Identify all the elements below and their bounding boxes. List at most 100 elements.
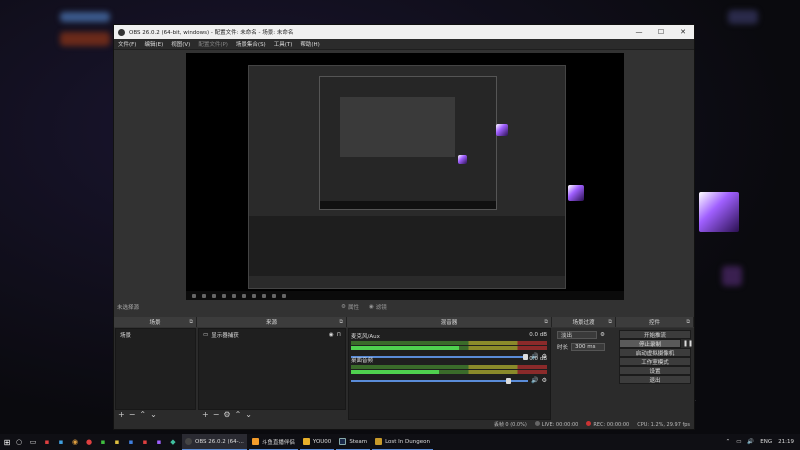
taskbar-task-you00[interactable]: YOU00 — [299, 434, 335, 450]
taskbar-task-steam[interactable]: Steam — [336, 434, 371, 450]
transition-select[interactable]: 淡出 — [557, 331, 597, 339]
gear-icon: ⚙ — [341, 304, 346, 310]
nested-taskbar — [320, 201, 496, 209]
clock[interactable]: 21:19 — [778, 439, 794, 445]
volume-meter — [351, 346, 547, 350]
system-tray: ⌃ ▭ 🔊 ENG 21:19 — [726, 439, 800, 445]
nested-preview — [340, 97, 455, 157]
rec-timer: REC: 00:00:00 — [586, 421, 629, 428]
pinned-app-icon[interactable]: ▪ — [112, 434, 122, 450]
pause-icon[interactable]: ❚❚ — [683, 340, 693, 347]
remove-icon[interactable]: − — [129, 410, 136, 419]
captured-taskbar — [186, 291, 624, 300]
remove-icon[interactable]: − — [213, 410, 220, 419]
obs-app-icon — [118, 28, 125, 36]
gear-icon[interactable]: ⚙ — [223, 410, 230, 419]
menu-bar: 文件(F) 编辑(E) 视图(V) 配置文件(P) 场景集合(S) 工具(T) … — [114, 39, 694, 50]
sources-list[interactable]: ▭ 显示器捕获 ◉ ⊓ — [198, 328, 346, 410]
popout-icon: ⧉ — [608, 319, 612, 325]
menu-help[interactable]: 帮助(H) — [300, 40, 319, 48]
transitions-dock-title: 场景过渡 ⧉ — [552, 317, 616, 327]
move-down-icon[interactable]: ⌄ — [150, 410, 157, 419]
popout-icon: ⧉ — [339, 319, 343, 325]
duration-label: 时长 — [557, 345, 569, 351]
lock-icon[interactable]: ⊓ — [337, 332, 341, 338]
start-virtual-camera-button[interactable]: 启动虚拟摄像机 — [619, 348, 691, 357]
pinned-app-icon[interactable]: ◉ — [70, 434, 80, 450]
pinned-app-icon[interactable]: ▪ — [126, 434, 136, 450]
filter-icon: ◉ — [368, 304, 374, 310]
filters-button[interactable]: ◉ 滤镜 — [369, 303, 387, 311]
taskbar-task-lost-in-dungeon[interactable]: Lost In Dungeon — [372, 434, 433, 450]
scenes-list[interactable]: 场景 — [115, 328, 196, 410]
start-streaming-button[interactable]: 开始推流 — [619, 330, 691, 339]
controls-dock-title: 控件 ⧉ — [616, 317, 694, 327]
crystal-reflection — [458, 155, 467, 164]
network-icon[interactable]: ▭ — [736, 439, 741, 445]
language-indicator[interactable]: ENG — [760, 439, 772, 445]
folder-icon — [302, 438, 310, 445]
add-icon[interactable]: + — [118, 410, 125, 419]
gear-icon[interactable]: ⚙ — [542, 377, 547, 384]
settings-button[interactable]: 设置 — [619, 366, 691, 375]
pinned-app-icon[interactable]: ▪ — [98, 434, 108, 450]
menu-tools[interactable]: 工具(T) — [274, 40, 293, 48]
move-up-icon[interactable]: ⌃ — [235, 410, 242, 419]
volume-meter — [351, 341, 547, 345]
dropped-frames: 丢帧 0 (0.0%) — [493, 422, 527, 428]
taskbar-task-obs[interactable]: OBS 26.0.2 (64-... — [182, 434, 247, 450]
gear-icon[interactable]: ⚙ — [600, 332, 605, 338]
studio-mode-button[interactable]: 工作室模式 — [619, 357, 691, 366]
move-up-icon[interactable]: ⌃ — [139, 410, 146, 419]
maximize-button[interactable]: ☐ — [650, 28, 672, 36]
properties-button[interactable]: ⚙ 属性 — [341, 303, 359, 311]
audio-mixer: 麦克风/Aux 0.0 dB 🔊 ⚙ 桌面音频 0.0 dB 🔊 ⚙ — [348, 328, 551, 420]
taskbar-task-douyu[interactable]: 斗鱼直播伴侣 — [248, 434, 298, 450]
windows-taskbar: ⊞ ○ ▭ ▪ ▪ ◉ ● ▪ ▪ ▪ ▪ ▪ ◆ OBS 26.0.2 (64… — [0, 434, 800, 450]
menu-file[interactable]: 文件(F) — [118, 40, 136, 48]
obs-window: OBS 26.0.2 (64-bit, windows) - 配置文件: 未命名… — [113, 24, 695, 430]
source-item[interactable]: ▭ 显示器捕获 ◉ ⊓ — [199, 329, 345, 341]
scenes-dock-title: 场景 ⧉ — [114, 317, 197, 327]
live-indicator-icon — [534, 421, 540, 426]
minimize-button[interactable]: — — [628, 28, 650, 36]
menu-edit[interactable]: 编辑(E) — [144, 40, 163, 48]
title-bar: OBS 26.0.2 (64-bit, windows) - 配置文件: 未命名… — [114, 25, 694, 39]
volume-icon[interactable]: 🔊 — [747, 439, 754, 445]
douyu-icon — [251, 438, 259, 445]
speaker-icon[interactable]: 🔊 — [531, 377, 538, 384]
search-icon[interactable]: ○ — [14, 434, 24, 450]
pinned-app-icon[interactable]: ▪ — [154, 434, 164, 450]
game-icon — [375, 438, 383, 445]
move-down-icon[interactable]: ⌄ — [245, 410, 252, 419]
pinned-app-icon[interactable]: ◆ — [168, 434, 178, 450]
add-icon[interactable]: + — [202, 410, 209, 419]
status-bar: 丢帧 0 (0.0%) LIVE: 00:00:00 REC: 00:00:00… — [114, 419, 694, 430]
visibility-eye-icon[interactable]: ◉ — [329, 332, 334, 338]
menu-view[interactable]: 视图(V) — [171, 40, 190, 48]
exit-button[interactable]: 退出 — [619, 375, 691, 384]
scene-transitions: 淡出 ⚙ 时长 300 ms — [553, 328, 615, 410]
preview-canvas[interactable] — [186, 53, 624, 300]
preview-toolbar: 未选择源 ⚙ 属性 ◉ 滤镜 — [114, 300, 694, 314]
pinned-app-icon[interactable]: ▪ — [56, 434, 66, 450]
pinned-app-icon[interactable]: ▪ — [42, 434, 52, 450]
menu-profile[interactable]: 配置文件(P) — [198, 40, 228, 48]
windows-start-icon[interactable]: ⊞ — [0, 434, 14, 450]
pinned-app-icon[interactable]: ▪ — [140, 434, 150, 450]
nested-obs-capture — [248, 65, 566, 289]
rec-indicator-icon — [586, 421, 592, 426]
pinned-app-icon[interactable]: ● — [84, 434, 94, 450]
blurred-desktop-element — [60, 12, 110, 22]
stop-recording-button[interactable]: 停止录制 — [619, 339, 681, 348]
scene-item[interactable]: 场景 — [116, 329, 195, 341]
docks-header: 场景 ⧉ 来源 ⧉ 混音器 ⧉ 场景过渡 ⧉ 控件 ⧉ — [114, 317, 694, 327]
volume-slider[interactable] — [351, 377, 529, 384]
menu-scene-collection[interactable]: 场景集合(S) — [236, 40, 266, 48]
duration-input[interactable]: 300 ms — [571, 343, 606, 351]
blurred-desktop-element — [722, 266, 742, 286]
task-view-icon[interactable]: ▭ — [28, 434, 38, 450]
chevron-up-icon[interactable]: ⌃ — [726, 439, 731, 445]
game-crystal-image — [699, 192, 739, 232]
close-button[interactable]: ✕ — [672, 28, 694, 36]
